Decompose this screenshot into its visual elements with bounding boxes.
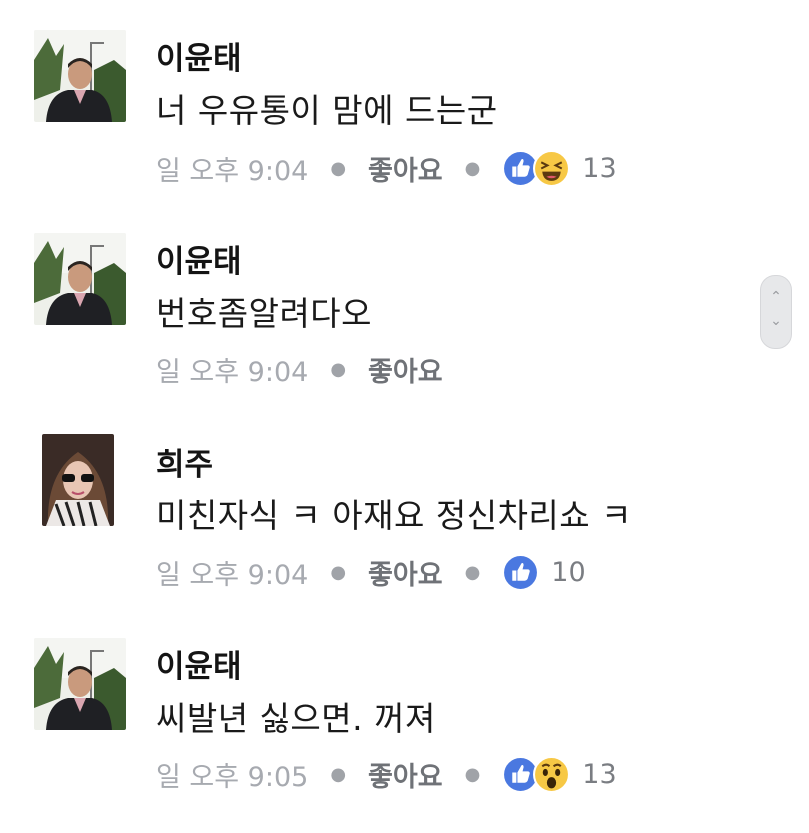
avatar[interactable] bbox=[42, 434, 114, 526]
laugh-icon bbox=[533, 149, 571, 187]
avatar-man-photo bbox=[34, 30, 126, 122]
separator-dot: ● bbox=[464, 763, 481, 785]
comment-time[interactable]: 일 오후 9:04 bbox=[156, 553, 308, 592]
reaction-count: 13 bbox=[582, 152, 617, 184]
reaction-count: 13 bbox=[582, 758, 617, 790]
separator-dot: ● bbox=[330, 157, 347, 179]
reaction-count: 10 bbox=[551, 556, 586, 588]
wow-icon bbox=[533, 755, 571, 793]
comment-author[interactable]: 이윤태 bbox=[156, 247, 242, 278]
comment-text: 미친자식 ㅋ 아재요 정신차리쇼 ㅋ bbox=[156, 496, 632, 535]
reactions-summary[interactable]: 13 bbox=[502, 755, 617, 793]
avatar[interactable] bbox=[34, 638, 126, 730]
comment-meta: 일 오후 9:05 ● 좋아요 ● 13 bbox=[156, 754, 617, 794]
comment-time[interactable]: 일 오후 9:04 bbox=[156, 350, 308, 389]
avatar[interactable] bbox=[34, 233, 126, 325]
comment-text: 번호좀알려다오 bbox=[156, 294, 373, 333]
separator-dot: ● bbox=[330, 763, 347, 785]
comment-meta: 일 오후 9:04 ● 좋아요 bbox=[156, 349, 443, 389]
separator-dot: ● bbox=[464, 157, 481, 179]
comment-item: 이윤태 씨발년 싫으면. 꺼져 일 오후 9:05 ● 좋아요 ● 13 bbox=[0, 638, 760, 818]
like-button[interactable]: 좋아요 bbox=[368, 149, 443, 188]
scrollbar[interactable]: ⌃ ⌄ bbox=[760, 275, 792, 349]
comment-author[interactable]: 희주 bbox=[156, 450, 213, 481]
comment-meta: 일 오후 9:04 ● 좋아요 ● 13 bbox=[156, 148, 617, 188]
like-button[interactable]: 좋아요 bbox=[368, 553, 443, 592]
comment-time[interactable]: 일 오후 9:04 bbox=[156, 149, 308, 188]
comment-author[interactable]: 이윤태 bbox=[156, 44, 242, 75]
avatar[interactable] bbox=[34, 30, 126, 122]
comment-text: 너 우유통이 맘에 드는군 bbox=[156, 91, 498, 130]
chevron-down-icon[interactable]: ⌄ bbox=[761, 314, 791, 328]
comment-item: 희주 미친자식 ㅋ 아재요 정신차리쇼 ㅋ 일 오후 9:04 ● 좋아요 ● … bbox=[0, 434, 760, 614]
separator-dot: ● bbox=[330, 358, 347, 380]
avatar-man-photo bbox=[34, 233, 126, 325]
reactions-summary[interactable]: 10 bbox=[502, 553, 586, 591]
comment-meta: 일 오후 9:04 ● 좋아요 ● 10 bbox=[156, 552, 586, 592]
comment-item: 이윤태 너 우유통이 맘에 드는군 일 오후 9:04 ● 좋아요 ● 13 bbox=[0, 30, 760, 210]
like-button[interactable]: 좋아요 bbox=[368, 350, 443, 389]
comment-time[interactable]: 일 오후 9:05 bbox=[156, 755, 308, 794]
like-icon bbox=[502, 553, 540, 591]
avatar-woman-photo bbox=[42, 434, 114, 526]
chevron-up-icon[interactable]: ⌃ bbox=[761, 290, 791, 304]
comment-text: 씨발년 싫으면. 꺼져 bbox=[156, 699, 436, 738]
comment-author[interactable]: 이윤태 bbox=[156, 652, 242, 683]
avatar-man-photo bbox=[34, 638, 126, 730]
separator-dot: ● bbox=[464, 561, 481, 583]
like-button[interactable]: 좋아요 bbox=[368, 755, 443, 794]
reactions-summary[interactable]: 13 bbox=[502, 149, 617, 187]
comment-item: 이윤태 번호좀알려다오 일 오후 9:04 ● 좋아요 bbox=[0, 233, 760, 413]
separator-dot: ● bbox=[330, 561, 347, 583]
